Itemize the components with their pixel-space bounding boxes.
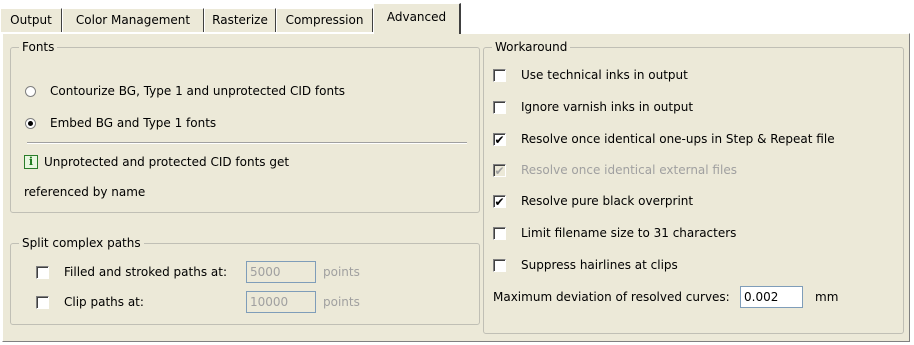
max-deviation-unit: mm [815, 290, 839, 304]
suppress-hairlines-label: Suppress hairlines at clips [521, 258, 678, 272]
limit-filename-label: Limit filename size to 31 characters [521, 226, 737, 240]
advanced-panel: Fonts Contourize BG, Type 1 and unprotec… [2, 33, 910, 342]
tab-color-management[interactable]: Color Management [62, 8, 204, 32]
tab-compression[interactable]: Compression [276, 8, 373, 32]
clip-paths-checkbox[interactable] [36, 295, 49, 309]
suppress-hairlines-checkbox[interactable] [493, 258, 506, 272]
clip-paths-input[interactable]: 10000 [246, 291, 316, 313]
workaround-group-title: Workaround [492, 40, 571, 54]
radio-button[interactable] [25, 85, 36, 97]
fonts-group-title: Fonts [19, 40, 58, 54]
resolve-one-ups-row[interactable]: ✔ Resolve once identical one-ups in Step… [493, 129, 835, 149]
resolve-black-overprint-row[interactable]: ✔ Resolve pure black overprint [493, 191, 693, 211]
resolve-black-overprint-checkbox[interactable]: ✔ [493, 194, 506, 208]
radio-embed-label: Embed BG and Type 1 fonts [50, 116, 217, 130]
fonts-group: Fonts Contourize BG, Type 1 and unprotec… [10, 40, 480, 213]
use-technical-inks-checkbox[interactable] [493, 68, 506, 82]
resolve-external-files-row: ✔ Resolve once identical external files [493, 160, 737, 180]
workaround-group: Workaround Use technical inks in output … [483, 40, 904, 334]
filled-stroked-label: Filled and stroked paths at: [64, 265, 227, 279]
resolve-black-overprint-label: Resolve pure black overprint [521, 194, 694, 208]
max-deviation-row: Maximum deviation of resolved curves: [493, 287, 730, 307]
ignore-varnish-label: Ignore varnish inks in output [521, 100, 694, 114]
clip-paths-unit: points [323, 295, 360, 309]
filled-stroked-checkbox[interactable] [36, 265, 49, 279]
tab-rasterize[interactable]: Rasterize [204, 8, 276, 32]
fonts-info-line1: i Unprotected and protected CID fonts ge… [24, 152, 289, 172]
split-paths-title: Split complex paths [19, 236, 144, 250]
tab-output[interactable]: Output [0, 8, 62, 32]
split-paths-group: Split complex paths Filled and stroked p… [10, 236, 480, 325]
fonts-info-line2: referenced by name [24, 182, 145, 202]
resolve-external-files-label: Resolve once identical external files [521, 163, 737, 177]
limit-filename-checkbox[interactable] [493, 226, 506, 240]
ignore-varnish-checkbox[interactable] [493, 100, 506, 114]
fonts-info-text2: referenced by name [24, 185, 146, 199]
filled-stroked-checkbox-row[interactable]: Filled and stroked paths at: [36, 262, 227, 282]
resolve-external-files-checkbox: ✔ [493, 163, 506, 178]
resolve-one-ups-label: Resolve once identical one-ups in Step &… [521, 132, 835, 146]
ignore-varnish-row[interactable]: Ignore varnish inks in output [493, 97, 693, 117]
max-deviation-input[interactable]: 0.002 [740, 286, 803, 308]
fonts-divider [27, 142, 467, 144]
limit-filename-row[interactable]: Limit filename size to 31 characters [493, 223, 736, 243]
clip-paths-label: Clip paths at: [64, 295, 144, 309]
max-deviation-label: Maximum deviation of resolved curves: [493, 290, 730, 304]
info-icon: i [24, 155, 38, 169]
filled-stroked-unit: points [323, 265, 360, 279]
fonts-info-text1: Unprotected and protected CID fonts get [44, 155, 290, 169]
use-technical-inks-label: Use technical inks in output [521, 68, 688, 82]
radio-contourize-label: Contourize BG, Type 1 and unprotected CI… [50, 84, 346, 98]
resolve-one-ups-checkbox[interactable]: ✔ [493, 132, 506, 146]
filled-stroked-input[interactable]: 5000 [246, 261, 316, 283]
use-technical-inks-row[interactable]: Use technical inks in output [493, 65, 688, 85]
suppress-hairlines-row[interactable]: Suppress hairlines at clips [493, 255, 678, 275]
tab-strip: Output Color Management Rasterize Compre… [0, 0, 914, 34]
clip-paths-checkbox-row[interactable]: Clip paths at: [36, 292, 144, 312]
radio-embed[interactable]: Embed BG and Type 1 fonts [25, 113, 216, 133]
radio-button-selected[interactable] [25, 117, 36, 129]
tab-advanced[interactable]: Advanced [373, 3, 461, 34]
radio-contourize[interactable]: Contourize BG, Type 1 and unprotected CI… [25, 81, 345, 101]
